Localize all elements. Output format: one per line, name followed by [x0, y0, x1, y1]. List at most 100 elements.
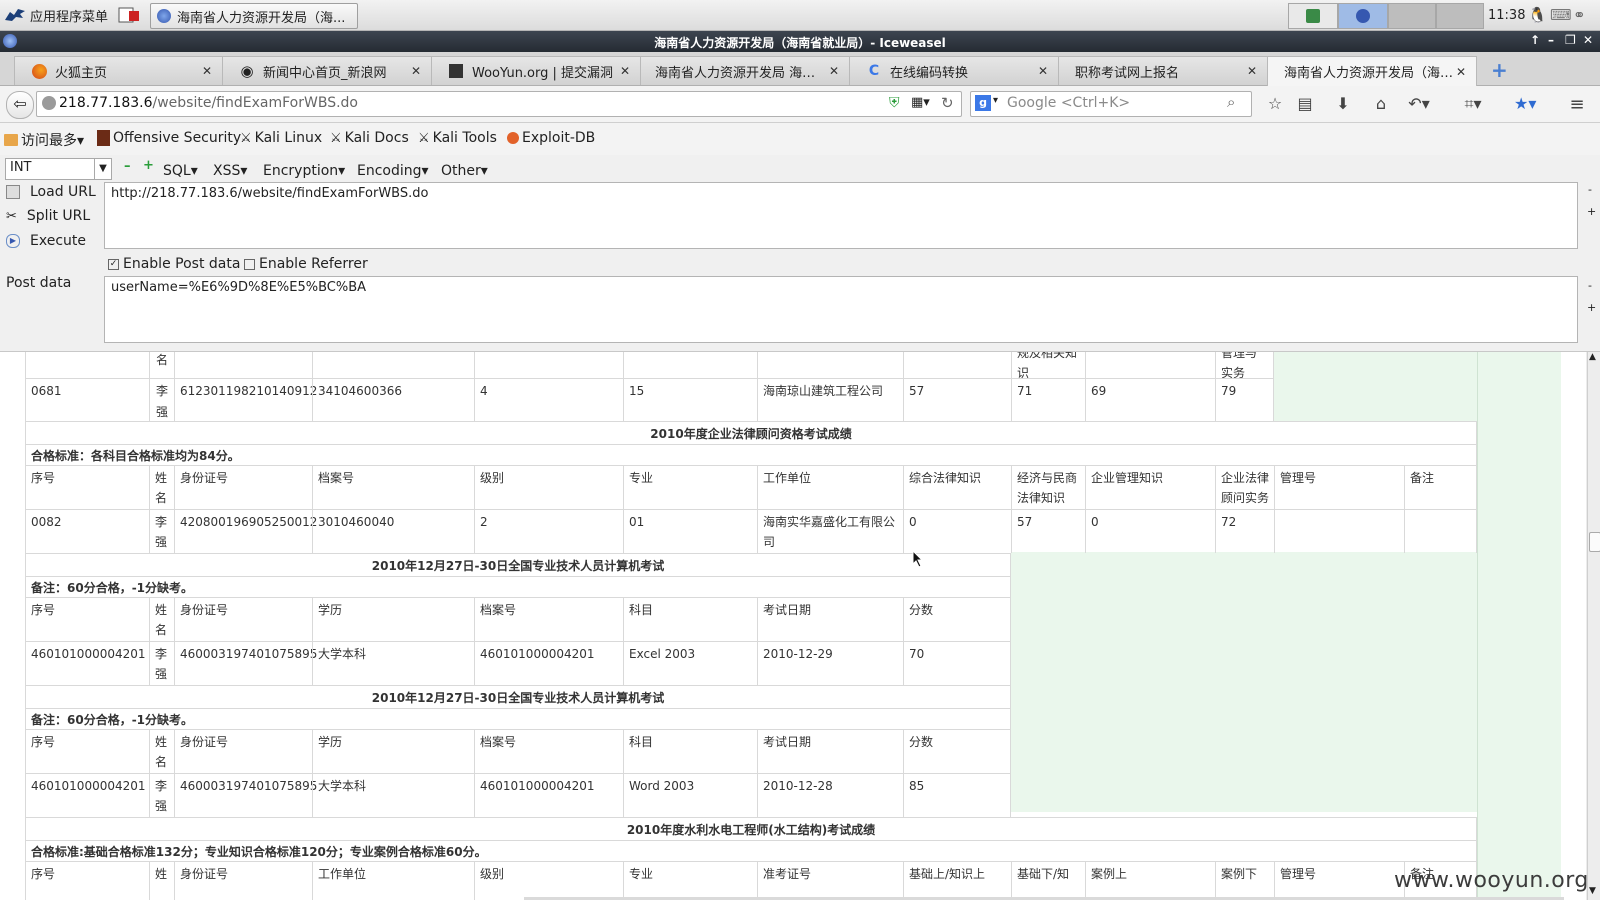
- addon-icon[interactable]: ★▾: [1514, 94, 1536, 114]
- vertical-scrollbar[interactable]: ▲ ▼: [1587, 352, 1600, 900]
- scroll-up-icon[interactable]: ▲: [1589, 352, 1596, 362]
- bookmark-exploit-db[interactable]: Exploit-DB: [507, 130, 595, 146]
- bookmark-kali-linux[interactable]: ⚔ Kali Linux: [240, 130, 322, 146]
- url-bar[interactable]: 218.77.183.6/website/findExamForWBS.do ⛨…: [36, 91, 962, 117]
- window-title: 海南省人力资源开发局（海南省就业局）- Iceweasel: [654, 36, 946, 50]
- shield-icon[interactable]: ⛨: [889, 95, 900, 111]
- post-area-grow-icon[interactable]: +: [1587, 301, 1596, 314]
- enable-referrer-checkbox[interactable]: Enable Referrer: [244, 256, 368, 272]
- hackbar-url-textarea[interactable]: http://218.77.183.6/website/findExamForW…: [104, 182, 1578, 249]
- tab-hainan-1[interactable]: 海南省人力资源开发局 海南… ✕: [640, 56, 850, 85]
- site-identity-icon[interactable]: [42, 96, 56, 110]
- split-url-button[interactable]: ✂ Split URL: [6, 208, 90, 224]
- table-cell: 70: [903, 641, 1011, 685]
- dropdown-icon: ▾: [993, 95, 999, 106]
- tray-workspace-4[interactable]: [1436, 3, 1484, 29]
- table-header-cell: 身份证号: [174, 597, 312, 641]
- close-icon[interactable]: ✕: [1245, 64, 1259, 78]
- load-url-button[interactable]: Load URL: [6, 184, 96, 200]
- window-close-icon[interactable]: ✕: [1583, 33, 1593, 47]
- section-title: 2010年度企业法律顾问资格考试成绩: [25, 421, 1477, 444]
- tray-workspace-1[interactable]: [1288, 3, 1338, 29]
- new-tab-icon[interactable]: +: [1491, 58, 1508, 82]
- hackbar-post-textarea[interactable]: userName=%E6%9D%8E%E5%BC%BA: [104, 276, 1578, 343]
- close-icon[interactable]: ✕: [1036, 64, 1050, 78]
- tab-hainan-active[interactable]: 海南省人力资源开发局（海… ✕: [1267, 56, 1477, 86]
- navigation-bar: ⇦ 218.77.183.6/website/findExamForWBS.do…: [0, 86, 1600, 123]
- hackbar-type-select[interactable]: INT ▼: [5, 158, 112, 180]
- bookmark-kali-tools[interactable]: ⚔ Kali Tools: [418, 130, 497, 146]
- menu-icon[interactable]: ≡: [1566, 94, 1588, 115]
- menu-encoding[interactable]: Encoding▾: [357, 163, 429, 179]
- table-cell: 李强: [149, 641, 174, 685]
- network-icon[interactable]: ⚭: [1573, 3, 1586, 27]
- reading-list-icon[interactable]: ▤: [1294, 94, 1316, 114]
- bookmark-kali-docs[interactable]: ⚔ Kali Docs: [330, 130, 409, 146]
- downloads-icon[interactable]: ⬇: [1332, 94, 1354, 114]
- close-icon[interactable]: ✕: [1454, 65, 1468, 79]
- menu-other[interactable]: Other▾: [441, 163, 488, 179]
- folder-icon: [4, 134, 18, 146]
- kali-dragon-icon: [4, 6, 26, 24]
- window-minimize-icon[interactable]: –: [1548, 33, 1554, 47]
- tab-exam-registration[interactable]: 职称考试网上报名 ✕: [1058, 56, 1268, 85]
- table-cell: 2010-12-29: [757, 641, 903, 685]
- close-icon[interactable]: ✕: [200, 64, 214, 78]
- reload-icon[interactable]: ↻: [941, 94, 954, 112]
- scrollbar-thumb[interactable]: [1589, 532, 1600, 552]
- url-path: /website/findExamForWBS.do: [152, 95, 358, 111]
- tab-online-encoding[interactable]: C 在线编码转换 ✕: [849, 56, 1059, 85]
- magnifier-icon[interactable]: ⌕: [1227, 93, 1235, 111]
- menu-encryption[interactable]: Encryption▾: [263, 163, 345, 179]
- tray-workspace-3[interactable]: [1388, 3, 1436, 29]
- table-header-cell: 管理号: [1274, 861, 1404, 900]
- table-cell: 460101000004201: [474, 641, 623, 685]
- qq-icon[interactable]: 🐧: [1528, 3, 1547, 27]
- table-header-cell: 案例上: [1085, 861, 1215, 900]
- decrease-icon[interactable]: –: [124, 159, 131, 174]
- table-header-cell: 学历: [312, 729, 474, 773]
- enable-post-checkbox[interactable]: ✓ Enable Post data: [108, 256, 240, 272]
- close-icon[interactable]: ✕: [827, 64, 841, 78]
- close-icon[interactable]: ✕: [409, 64, 423, 78]
- table-cell: 460003197401075895: [174, 641, 317, 685]
- taskbar-window-button[interactable]: 海南省人力资源开发局（海...: [150, 3, 358, 29]
- table-header-cell: 级别: [474, 465, 623, 509]
- tab-wooyun[interactable]: WooYun.org | 提交漏洞 ✕: [431, 56, 641, 85]
- app-menu-button[interactable]: 应用程序菜单: [4, 3, 108, 27]
- close-icon[interactable]: ✕: [618, 64, 632, 78]
- google-search-engine-icon[interactable]: g: [975, 95, 991, 111]
- execute-button[interactable]: ▶ Execute: [6, 233, 86, 249]
- table-header-cell: 身份证号: [174, 861, 312, 900]
- keyboard-icon[interactable]: ⌨: [1550, 3, 1572, 27]
- url-area-shrink-icon[interactable]: -: [1588, 183, 1592, 196]
- back-button[interactable]: ⇦: [6, 91, 34, 119]
- menu-xss[interactable]: XSS▾: [213, 163, 247, 179]
- panel-launcher-icon[interactable]: [117, 3, 141, 27]
- url-area-grow-icon[interactable]: +: [1587, 205, 1596, 218]
- post-area-shrink-icon[interactable]: -: [1588, 279, 1592, 292]
- home-icon[interactable]: ⌂: [1370, 94, 1392, 114]
- table-cell: 460101000004201: [25, 773, 149, 817]
- bookmark-star-icon[interactable]: ☆: [1264, 94, 1286, 114]
- bookmark-most-visited[interactable]: 访问最多▾: [4, 130, 84, 150]
- crop-icon[interactable]: ⌗▾: [1462, 94, 1484, 114]
- mouse-pointer-icon: [912, 550, 924, 568]
- tray-workspace-2[interactable]: [1338, 3, 1388, 29]
- page-green-fill: [1274, 352, 1477, 422]
- bookmark-offensive-security[interactable]: Offensive Security: [97, 130, 241, 146]
- window-maximize-icon[interactable]: ❐: [1565, 33, 1576, 47]
- increase-icon[interactable]: +: [143, 158, 154, 173]
- table-cell: [474, 352, 623, 378]
- panel-clock[interactable]: 11:38: [1488, 3, 1525, 27]
- page-content: 名 规及相关知识 管理与实务 0681 李强 61230119821014091…: [0, 352, 1586, 900]
- menu-sql[interactable]: SQL▾: [163, 163, 198, 179]
- window-up-icon[interactable]: ↑: [1530, 33, 1540, 47]
- scroll-down-icon[interactable]: ▼: [1589, 886, 1596, 896]
- qr-code-icon[interactable]: ▦▾: [911, 95, 930, 110]
- tab-strip: 火狐主页 ✕ ◉ 新闻中心首页_新浪网 ✕ WooYun.org | 提交漏洞 …: [0, 52, 1600, 86]
- tab-sina-news[interactable]: ◉ 新闻中心首页_新浪网 ✕: [222, 56, 432, 85]
- search-bar[interactable]: g ▾ Google <Ctrl+K> ⌕: [970, 91, 1252, 117]
- undo-icon[interactable]: ↶▾: [1408, 94, 1430, 114]
- tab-firefox-home[interactable]: 火狐主页 ✕: [14, 56, 223, 85]
